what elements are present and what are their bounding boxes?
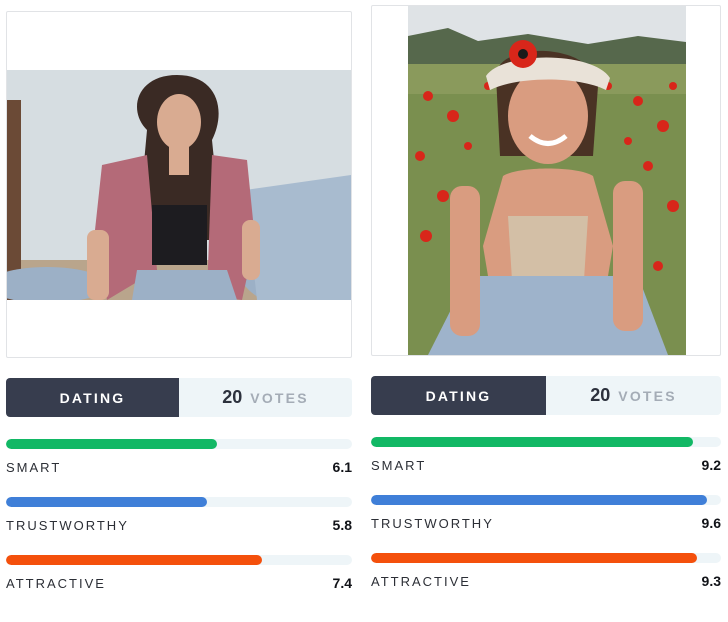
metric-label: TRUSTWORTHY: [6, 518, 129, 533]
vote-count-label: VOTES: [618, 387, 677, 404]
vote-count-number: 20: [590, 385, 611, 405]
metric-value: 9.2: [701, 457, 721, 473]
vote-count: 20 VOTES: [179, 378, 352, 417]
metric-label: TRUSTWORTHY: [371, 516, 494, 531]
metric-fill: [371, 437, 693, 447]
metric-track: [6, 497, 352, 507]
metric-fill: [6, 555, 263, 565]
profile-photo[interactable]: [7, 70, 351, 300]
metric-value: 5.8: [332, 517, 352, 533]
dating-mode-button[interactable]: DATING: [371, 376, 546, 415]
metric-value: 6.1: [332, 459, 352, 475]
vote-count: 20 VOTES: [546, 376, 721, 415]
metric-fill: [371, 495, 707, 505]
metric-label: ATTRACTIVE: [6, 576, 106, 591]
metric-fill: [6, 439, 218, 449]
profile-card-right: DATING 20 VOTES SMART 9.2 TRUSTWORTHY 9.…: [371, 0, 721, 589]
vote-bar: DATING 20 VOTES: [6, 378, 352, 417]
dating-mode-button[interactable]: DATING: [6, 378, 179, 417]
metric-track: [371, 495, 721, 505]
metric-value: 9.3: [701, 573, 721, 589]
metric-label: SMART: [6, 460, 62, 475]
metric-label: ATTRACTIVE: [371, 574, 471, 589]
metric-value: 9.6: [701, 515, 721, 531]
profile-photo[interactable]: [408, 6, 686, 355]
photo-frame: [6, 11, 352, 358]
metric-track: [6, 555, 352, 565]
metric-track: [371, 437, 721, 447]
metric-value: 7.4: [332, 575, 352, 591]
photo-frame: [371, 5, 721, 356]
vote-bar: DATING 20 VOTES: [371, 376, 721, 415]
profile-card-left: DATING 20 VOTES SMART 6.1 TRUSTWORTHY 5.…: [6, 0, 352, 591]
metric-label: SMART: [371, 458, 427, 473]
vote-count-number: 20: [222, 387, 243, 407]
metric-track: [6, 439, 352, 449]
metric-fill: [371, 553, 697, 563]
metric-track: [371, 553, 721, 563]
metric-fill: [6, 497, 207, 507]
vote-count-label: VOTES: [250, 389, 309, 406]
